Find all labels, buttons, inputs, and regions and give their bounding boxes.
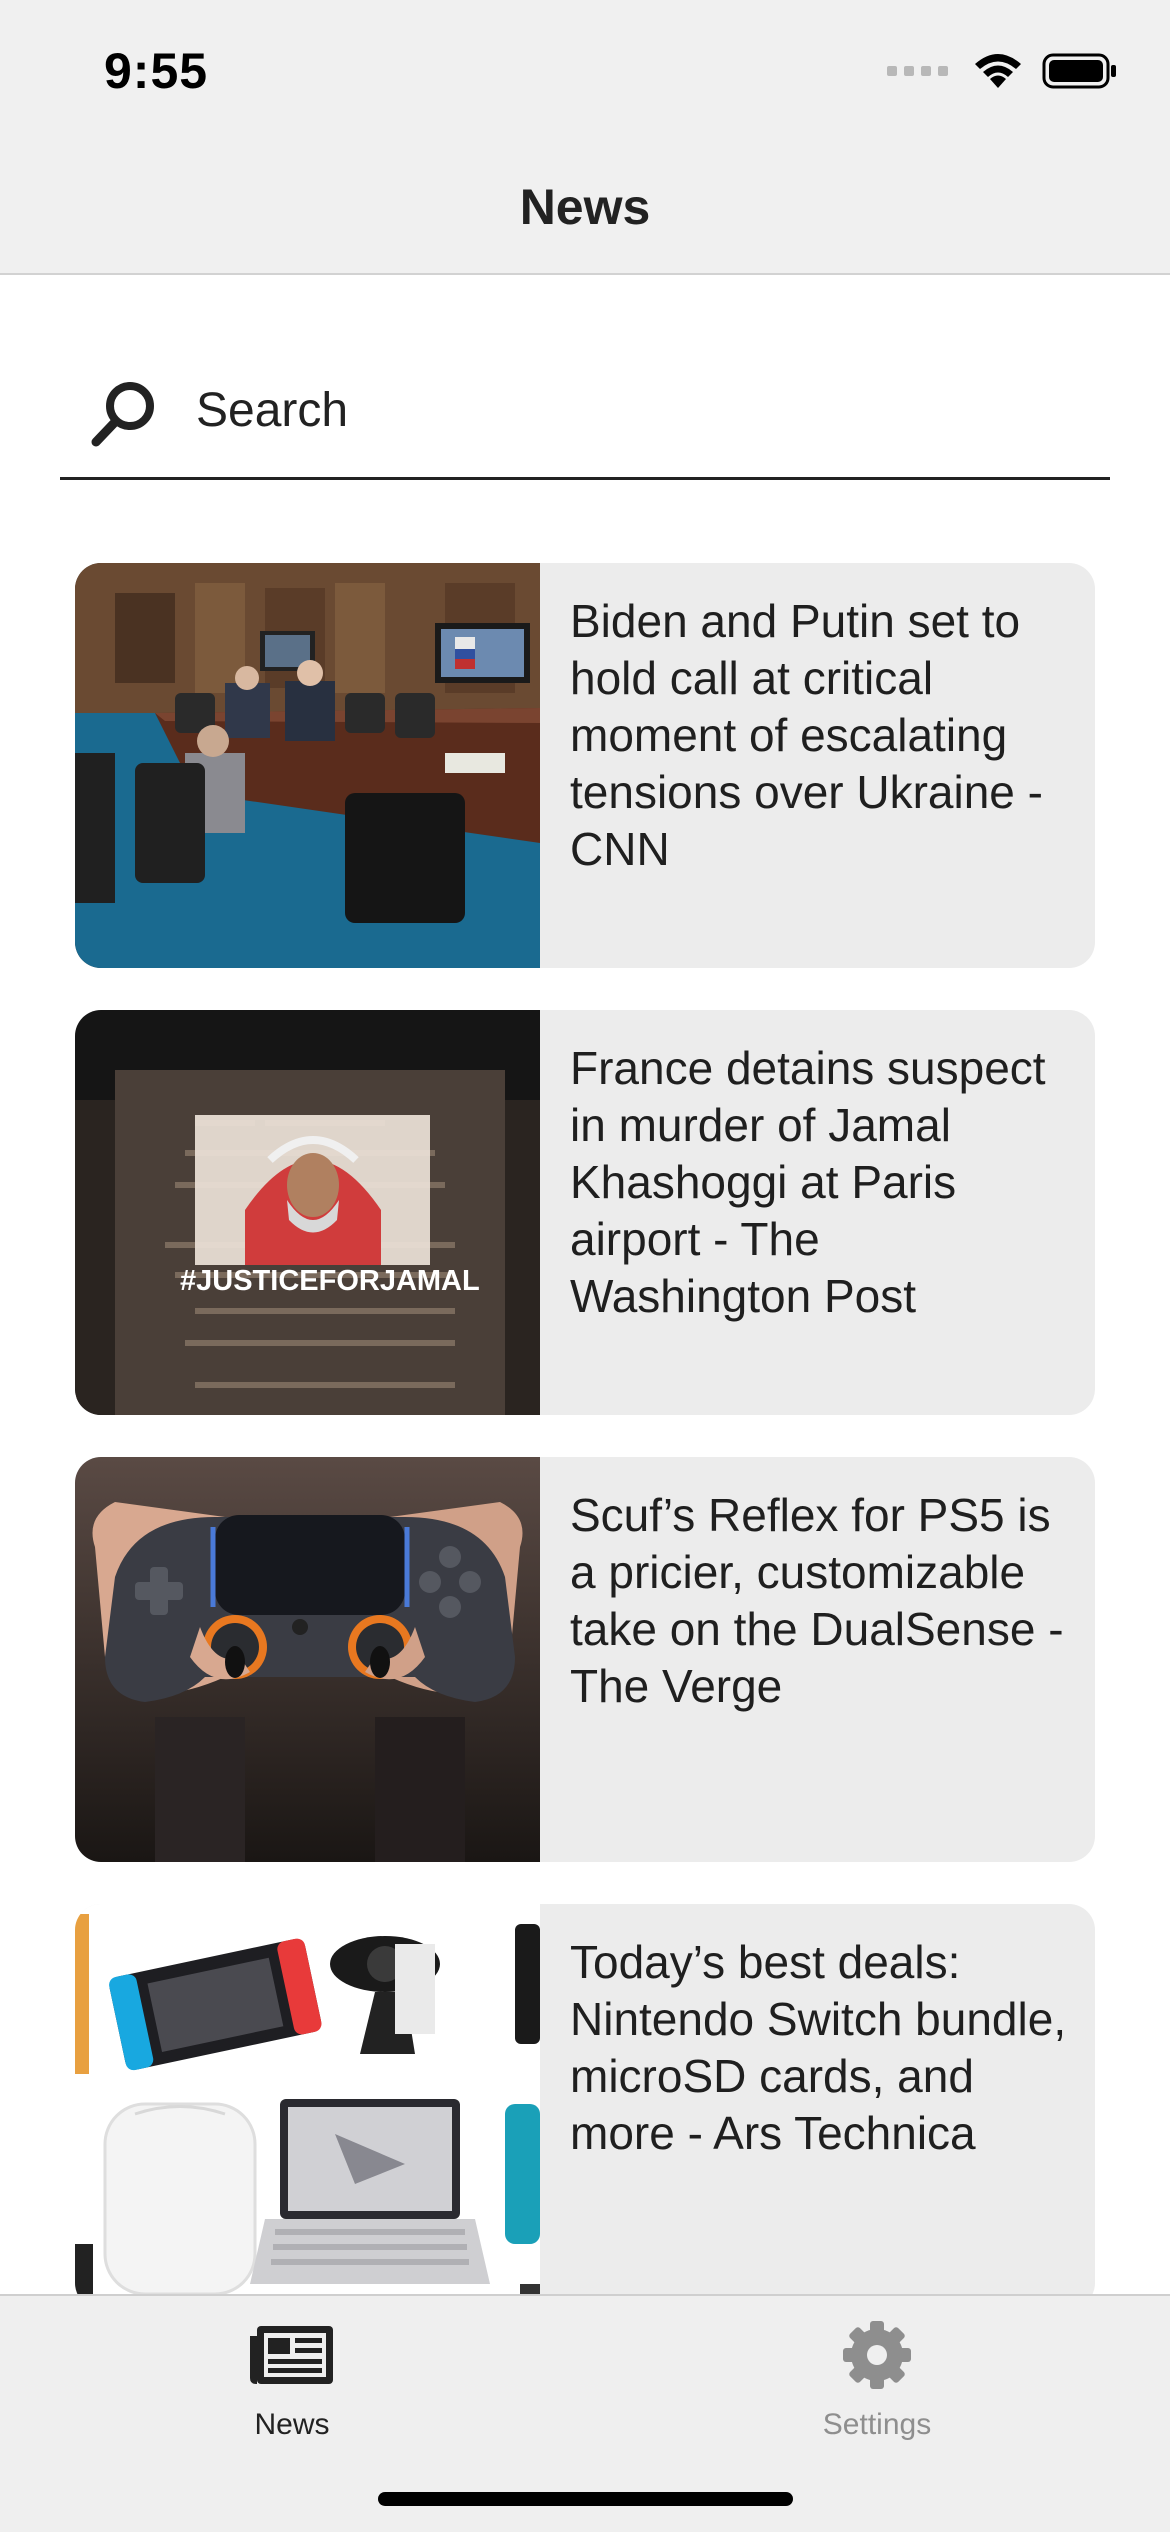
status-time: 9:55 (104, 43, 209, 99)
conference-room-image (75, 563, 540, 968)
article-title: Biden and Putin set to hold call at crit… (570, 595, 1043, 875)
search-icon (91, 382, 154, 447)
article-title: France detains suspect in murder of Jama… (570, 1042, 1046, 1322)
battery-icon (1042, 53, 1116, 89)
gear-icon (843, 2321, 911, 2389)
tab-settings[interactable]: Settings (727, 2320, 1027, 2442)
article-thumbnail (75, 1904, 540, 2309)
article-title: Today’s best deals: Nintendo Switch bund… (570, 1936, 1067, 2159)
deals-collage-image (75, 1904, 540, 2309)
article-card[interactable]: Biden and Putin set to hold call at crit… (75, 563, 1095, 968)
controller-image (75, 1457, 540, 1862)
news-app-screen: 9:55 News Search Biden and Putin set to … (0, 0, 1170, 2532)
article-thumbnail: #JUSTICEFORJAMAL (75, 1010, 540, 1415)
article-title: Scuf’s Reflex for PS5 is a pricier, cust… (570, 1489, 1064, 1712)
page-title: News (519, 179, 651, 235)
tab-news[interactable]: News (142, 2320, 442, 2442)
article-card[interactable]: Today’s best deals: Nintendo Switch bund… (75, 1904, 1095, 2309)
article-card[interactable]: #JUSTICEFORJAMAL France detains suspect … (75, 1010, 1095, 1415)
newspaper-icon (250, 2326, 333, 2384)
wifi-icon (975, 54, 1021, 88)
tab-settings-label: Settings (822, 2408, 932, 2441)
search-bar[interactable] (60, 350, 1110, 480)
tab-bar: News Settings (0, 2294, 1170, 2532)
image-caption-text: #JUSTICEFORJAMAL (180, 1265, 480, 1297)
cellular-signal-icon (887, 66, 948, 76)
tab-news-label: News (254, 2408, 330, 2441)
article-thumbnail (75, 1457, 540, 1862)
status-icons (887, 52, 1118, 90)
article-card[interactable]: Scuf’s Reflex for PS5 is a pricier, cust… (75, 1457, 1095, 1862)
home-indicator (378, 2492, 793, 2506)
article-list: Biden and Putin set to hold call at crit… (75, 563, 1095, 2351)
article-thumbnail (75, 563, 540, 968)
justice-projection-image: #JUSTICEFORJAMAL (75, 1010, 540, 1415)
search-input[interactable] (196, 370, 1076, 450)
navigation-bar: 9:55 News (0, 0, 1170, 275)
